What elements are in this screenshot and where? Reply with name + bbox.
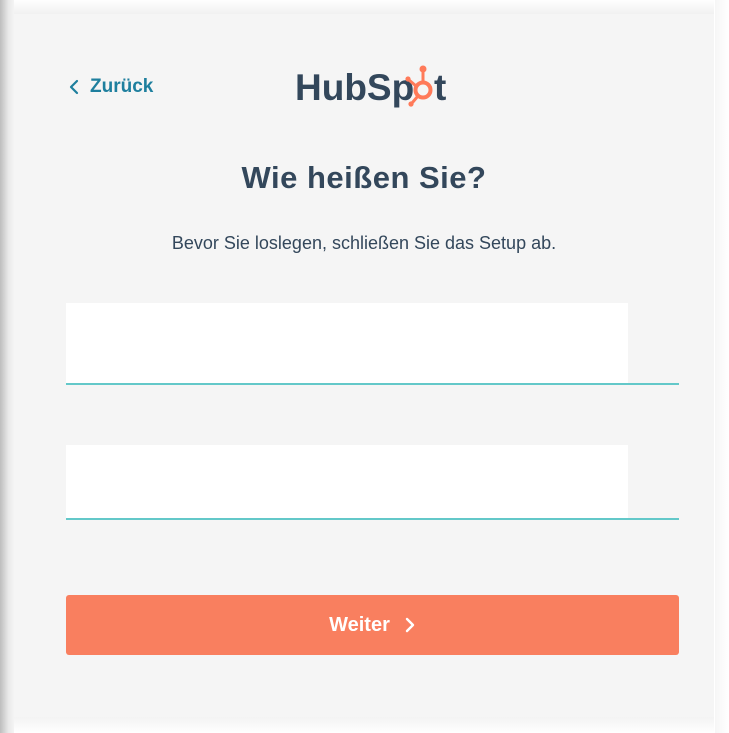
page-subtitle: Bevor Sie loslegen, schließen Sie das Se… [171,233,557,253]
logo-text-left: HubSp [295,67,414,108]
logo-text-right: t [434,67,446,108]
frame-bevel-bottom [14,717,714,733]
chevron-right-icon [405,617,415,633]
chevron-left-icon [69,79,79,95]
first-name-underline [66,383,679,385]
continue-label: Weiter [329,613,390,636]
page-title: Wie heißen Sie? [241,160,487,195]
frame-bevel-right [715,0,729,733]
back-label: Zurück [90,76,154,97]
last-name-underline [66,518,679,520]
page-frame: Zurück HubSp t Wie heißen Sie? Bevor Sie… [0,0,729,733]
frame-bevel-top [14,0,714,14]
frame-bevel-left [0,0,14,733]
continue-button[interactable]: Weiter [66,595,679,655]
back-link[interactable]: Zurück [68,76,153,98]
hubspot-logo: HubSp t [295,65,446,108]
first-name-input[interactable] [66,303,628,383]
last-name-input[interactable] [66,445,628,518]
